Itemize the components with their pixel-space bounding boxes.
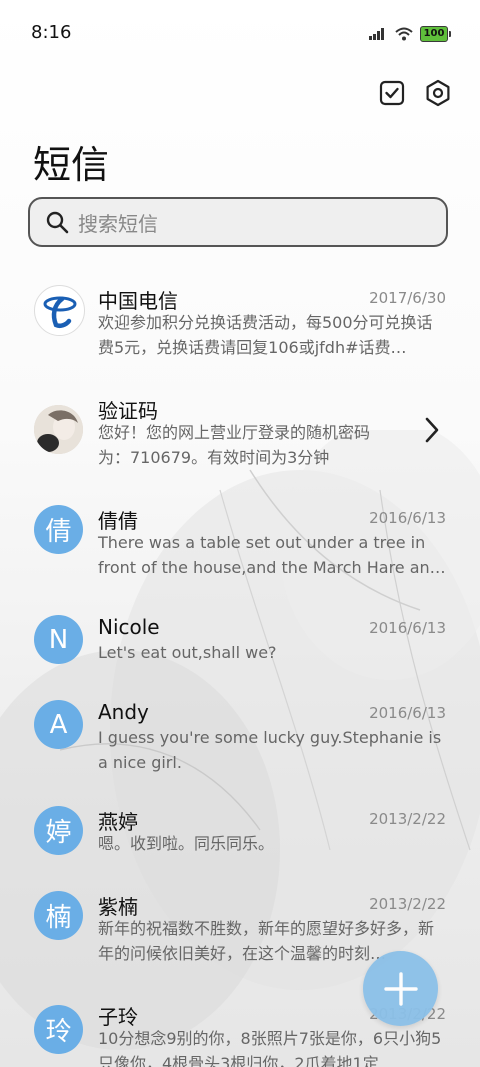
message-preview: 10分想念9别的你，8张照片7张是你，6只小狗5只像你，4根骨头3根归你，2爪着… xyxy=(98,1029,442,1067)
select-button[interactable] xyxy=(378,78,406,108)
list-item[interactable]: N Nicole 2016/6/13 Let's eat out,shall w… xyxy=(0,602,480,677)
message-preview: 嗯。收到啦。同乐同乐。 xyxy=(98,834,275,853)
status-bar: 8:16 100 xyxy=(0,0,480,68)
chevron-right-icon[interactable] xyxy=(422,416,442,444)
avatar: A xyxy=(34,700,83,749)
message-date: 2013/2/22 xyxy=(369,810,446,828)
message-preview: 您好！您的网上营业厅登录的随机密码为：710679。有效时间为3分钟 xyxy=(98,423,371,467)
settings-button[interactable] xyxy=(424,78,452,108)
message-preview: I guess you're some lucky guy.Stephanie … xyxy=(98,728,442,772)
avatar: 婷 xyxy=(34,806,83,855)
battery-icon: 100 xyxy=(420,26,451,42)
avatar: 倩 xyxy=(34,505,83,554)
list-item[interactable]: 中国电信 2017/6/30 欢迎参加积分兑换话费活动，每500分可兑换话费5元… xyxy=(0,272,480,372)
search-placeholder: 搜索短信 xyxy=(78,211,158,236)
message-date: 2016/6/13 xyxy=(369,619,446,637)
signal-hd-icon xyxy=(369,28,384,40)
avatar xyxy=(34,285,85,336)
message-date: 2013/2/22 xyxy=(369,895,446,913)
message-date: 2017/6/30 xyxy=(369,289,446,307)
contact-name: Nicole xyxy=(98,615,160,639)
checkbox-icon xyxy=(379,80,405,106)
status-time: 8:16 xyxy=(31,22,72,43)
plus-icon xyxy=(383,971,418,1006)
message-date: 2016/6/13 xyxy=(369,704,446,722)
message-preview: Let's eat out,shall we? xyxy=(98,643,277,662)
profile-photo-icon xyxy=(34,405,83,454)
avatar: 楠 xyxy=(34,891,83,940)
avatar: N xyxy=(34,615,83,664)
avatar: 玲 xyxy=(34,1005,83,1054)
contact-name: Andy xyxy=(98,700,149,724)
search-bar[interactable]: 搜索短信 xyxy=(28,197,448,247)
list-item[interactable]: 倩 倩倩 2016/6/13 There was a table set out… xyxy=(0,492,480,592)
list-item[interactable]: A Andy 2016/6/13 I guess you're some luc… xyxy=(0,687,480,787)
status-icons: 100 xyxy=(368,24,451,44)
gear-icon xyxy=(426,79,450,107)
china-telecom-logo-icon xyxy=(43,296,76,328)
list-item[interactable]: 验证码 您好！您的网上营业厅登录的随机密码为：710679。有效时间为3分钟 xyxy=(0,382,480,482)
search-icon xyxy=(46,211,69,234)
message-preview: 欢迎参加积分兑换话费活动，每500分可兑换话费5元，兑换话费请回复106或jfd… xyxy=(98,313,433,357)
avatar xyxy=(34,405,83,454)
wifi-icon xyxy=(395,27,413,41)
message-preview: There was a table set out under a tree i… xyxy=(98,533,446,577)
list-item[interactable]: 婷 燕婷 2013/2/22 嗯。收到啦。同乐同乐。 xyxy=(0,797,480,872)
page-title: 短信 xyxy=(33,143,110,187)
top-actions xyxy=(378,78,452,108)
message-date: 2016/6/13 xyxy=(369,509,446,527)
new-message-button[interactable] xyxy=(363,951,438,1026)
